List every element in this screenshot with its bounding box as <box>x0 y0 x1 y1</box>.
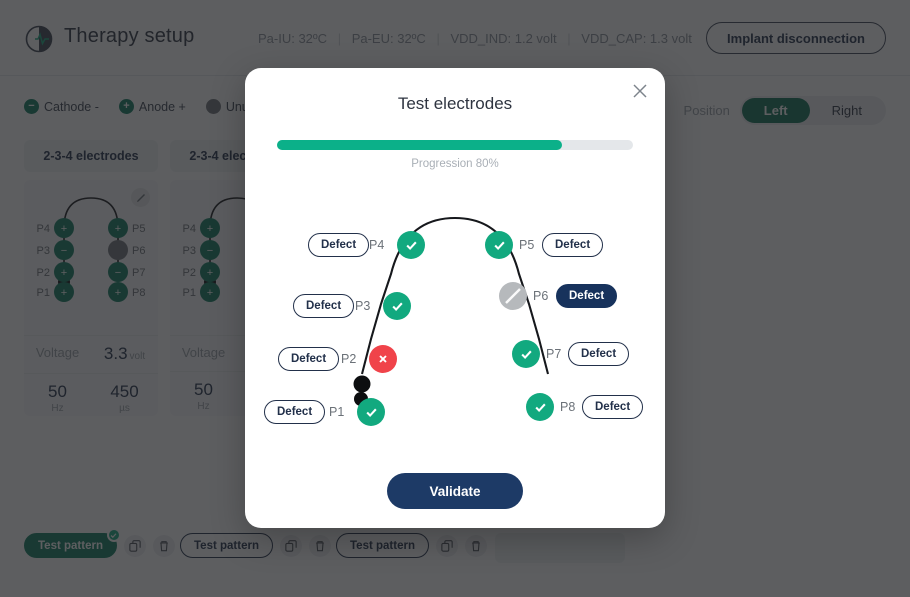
defect-button-p8[interactable]: Defect <box>582 395 644 419</box>
slash-icon <box>505 288 521 304</box>
electrode-label-p6: P6 <box>533 289 549 303</box>
electrode-node-p2[interactable] <box>369 345 397 373</box>
defect-button-p6[interactable]: Defect <box>556 284 618 308</box>
close-icon[interactable] <box>629 80 651 102</box>
electrode-node-p1[interactable] <box>357 398 385 426</box>
electrode-test-diagram: P4 Defect P3 Defect P2 Defect P1 Defect … <box>245 176 665 444</box>
cross-icon <box>379 355 387 363</box>
electrode-node-p3[interactable] <box>383 292 411 320</box>
electrode-node-p7[interactable] <box>512 340 540 368</box>
electrode-label-p8: P8 <box>560 400 576 414</box>
defect-button-p5[interactable]: Defect <box>542 233 604 257</box>
check-icon <box>534 403 546 412</box>
modal-title: Test electrodes <box>397 94 513 113</box>
check-icon <box>520 350 532 359</box>
defect-button-p3[interactable]: Defect <box>293 294 355 318</box>
electrode-node-p6[interactable] <box>499 282 527 310</box>
defect-button-p4[interactable]: Defect <box>308 233 370 257</box>
progress-bar-track <box>277 140 633 150</box>
electrode-label-p2: P2 <box>341 352 357 366</box>
electrode-node-p4[interactable] <box>397 231 425 259</box>
electrode-label-p5: P5 <box>519 238 535 252</box>
validate-button[interactable]: Validate <box>387 473 523 509</box>
check-icon <box>365 408 377 417</box>
defect-button-p7[interactable]: Defect <box>568 342 630 366</box>
check-icon <box>493 241 505 250</box>
electrode-label-p3: P3 <box>355 299 371 313</box>
progress-label: Progression 80% <box>411 158 499 170</box>
electrode-label-p4: P4 <box>369 238 385 252</box>
defect-button-p1[interactable]: Defect <box>264 400 326 424</box>
test-electrodes-modal: Test electrodes Progression 80% P4 Defec… <box>245 68 665 528</box>
check-icon <box>391 302 403 311</box>
electrode-node-p8[interactable] <box>526 393 554 421</box>
electrode-node-p5[interactable] <box>485 231 513 259</box>
check-icon <box>405 241 417 250</box>
electrode-label-p1: P1 <box>329 405 345 419</box>
progress-bar-fill <box>277 140 562 150</box>
electrode-label-p7: P7 <box>546 347 562 361</box>
defect-button-p2[interactable]: Defect <box>278 347 340 371</box>
